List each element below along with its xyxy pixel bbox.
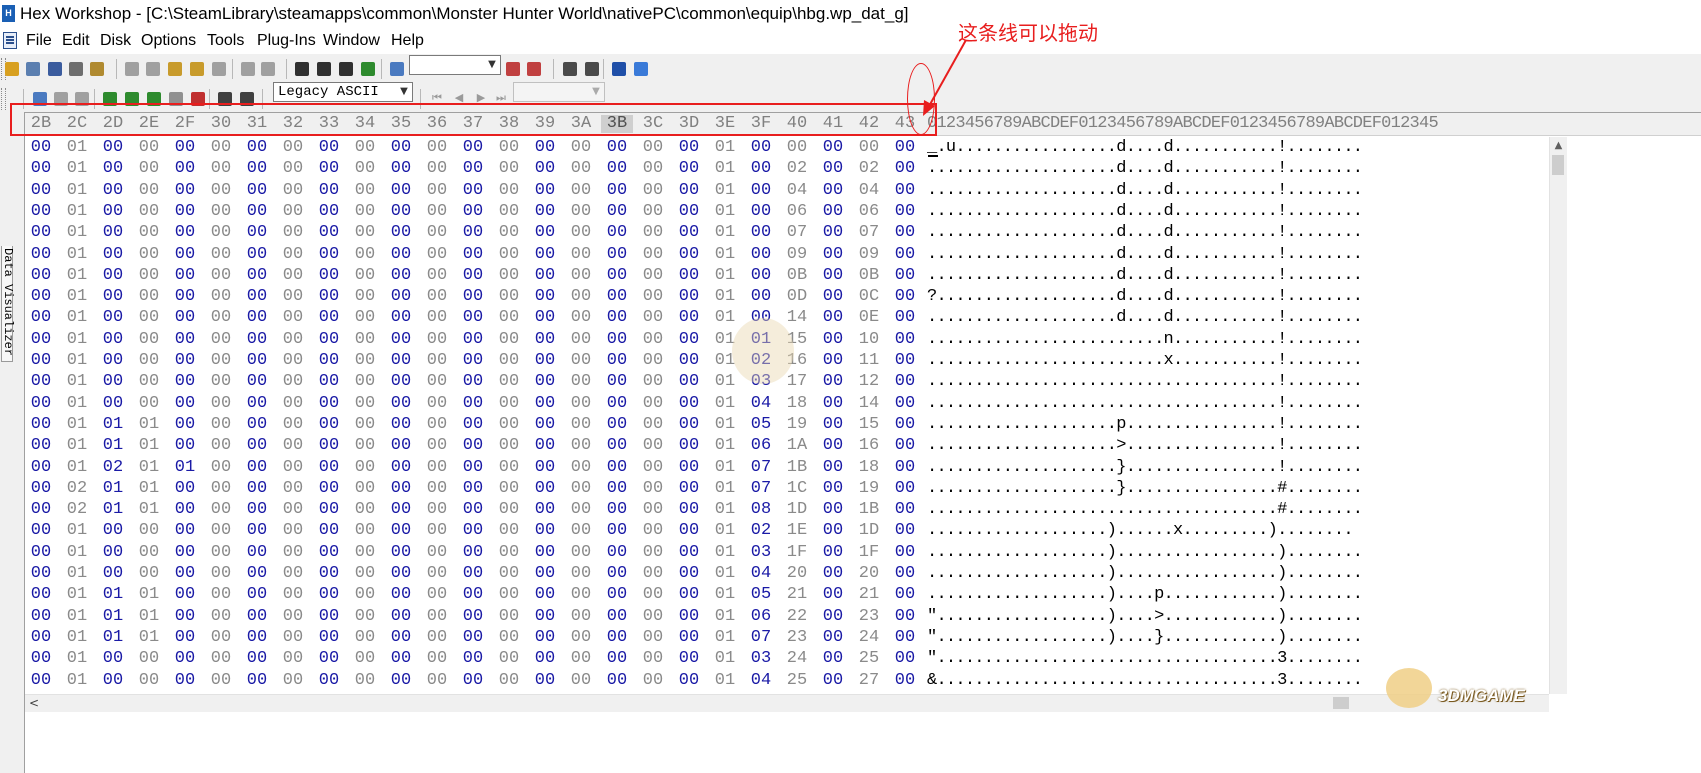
annotation-arrow <box>923 39 967 116</box>
annotation-text: 这条线可以拖动 <box>958 21 1098 45</box>
arrow-head <box>923 100 935 116</box>
hex-workshop-window: H Hex Workshop - [C:\SteamLibrary\steama… <box>0 0 1701 773</box>
arrow-shaft <box>927 39 967 109</box>
